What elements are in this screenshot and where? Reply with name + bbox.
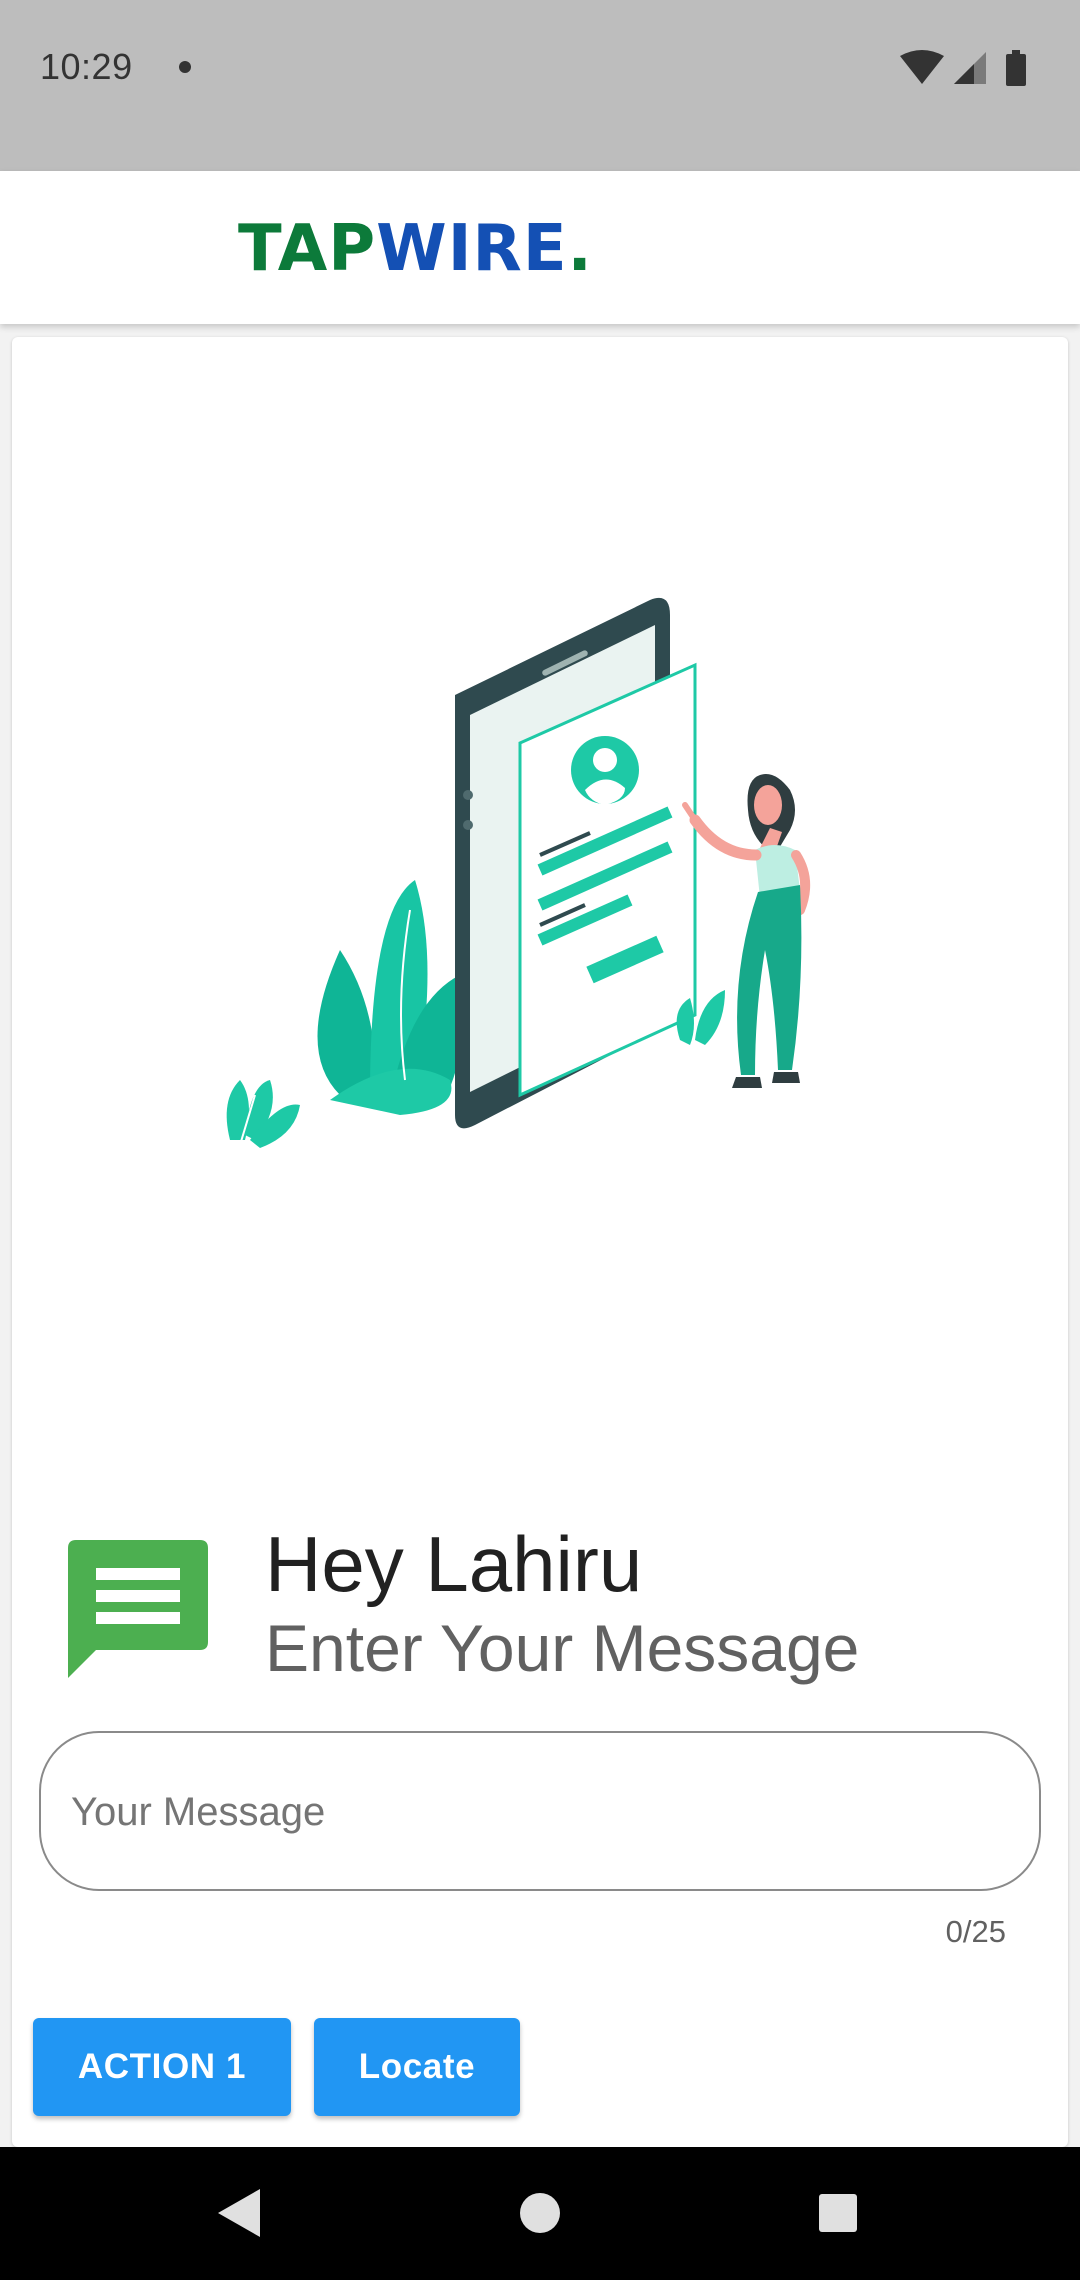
large-plant-illustration [317,880,465,1115]
status-bar: 10:29 [0,0,1080,171]
notification-dot-icon [179,61,191,73]
greeting-title: Hey Lahiru [265,1520,643,1608]
character-counter: 0/25 [945,1914,1006,1949]
small-plant-illustration [226,1080,300,1148]
message-input[interactable] [71,1777,1001,1847]
recents-icon[interactable] [778,2147,898,2280]
tapwire-logo: TAPWIRE. [238,213,593,285]
wifi-icon [900,50,944,84]
back-icon[interactable] [180,2147,300,2280]
app-bar: TAPWIRE. [0,171,1080,324]
status-icons [900,50,1026,86]
locate-button[interactable]: Locate [314,2018,520,2116]
cell-signal-icon [954,52,986,84]
action1-button[interactable]: ACTION 1 [33,2018,291,2116]
navigation-bar [0,2147,1080,2280]
logo-wire: WIRE [376,212,568,286]
home-icon[interactable] [480,2147,600,2280]
message-field[interactable] [39,1731,1041,1891]
message-icon [68,1540,208,1678]
logo-dot: . [567,212,593,286]
phone-illustration [226,597,811,1148]
battery-icon [1006,50,1026,86]
logo-tap: TAP [238,212,377,286]
status-time: 10:29 [40,46,133,87]
greeting-subtitle: Enter Your Message [265,1611,860,1685]
